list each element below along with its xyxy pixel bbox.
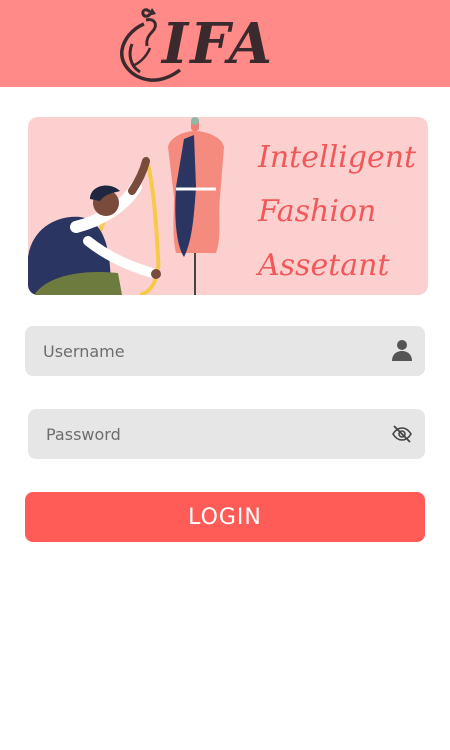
tagline-line-1: Intelligent [258,140,417,175]
tailor-mannequin-illustration [28,117,224,295]
hero-banner: Intelligent Fashion Assetant [28,117,428,295]
banner-tagline: Intelligent Fashion Assetant [258,131,428,293]
tagline-line-2: Fashion [258,194,377,229]
password-field [28,409,425,459]
password-input[interactable] [46,409,366,459]
username-input[interactable] [43,326,363,376]
tagline-line-3: Assetant [258,248,390,283]
app-logo: IFA [112,4,292,84]
login-button[interactable]: LOGIN [25,492,425,542]
user-icon [392,340,412,361]
username-field [25,326,425,376]
eye-off-icon[interactable] [392,425,412,443]
logo-text: IFA [162,11,275,77]
app-header: IFA [0,0,450,87]
